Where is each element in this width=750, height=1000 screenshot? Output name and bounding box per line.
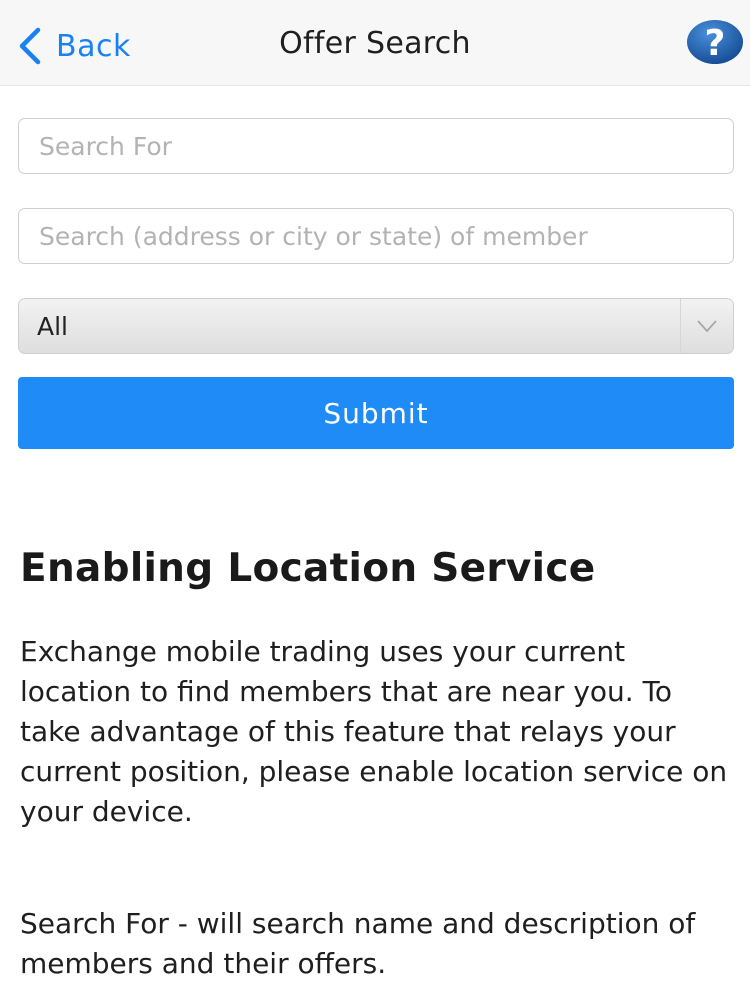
chevron-down-icon (697, 320, 717, 333)
location-search-input[interactable] (18, 208, 734, 264)
page-title: Offer Search (279, 26, 471, 61)
info-paragraph-search-for: Search For - will search name and descri… (20, 907, 696, 980)
question-mark-icon: ? (687, 20, 743, 64)
category-select-value: All (37, 311, 68, 341)
search-for-input[interactable] (18, 118, 734, 174)
navigation-bar: Back Offer Search ? (0, 0, 750, 86)
info-heading: Enabling Location Service (20, 546, 596, 591)
category-select[interactable]: All (18, 298, 734, 354)
info-paragraph-location: Exchange mobile trading uses your curren… (20, 635, 728, 828)
help-label: ? (705, 23, 726, 64)
dropdown-toggle[interactable] (680, 299, 733, 353)
help-button[interactable]: ? (686, 18, 744, 66)
submit-button[interactable]: Submit (18, 377, 734, 449)
